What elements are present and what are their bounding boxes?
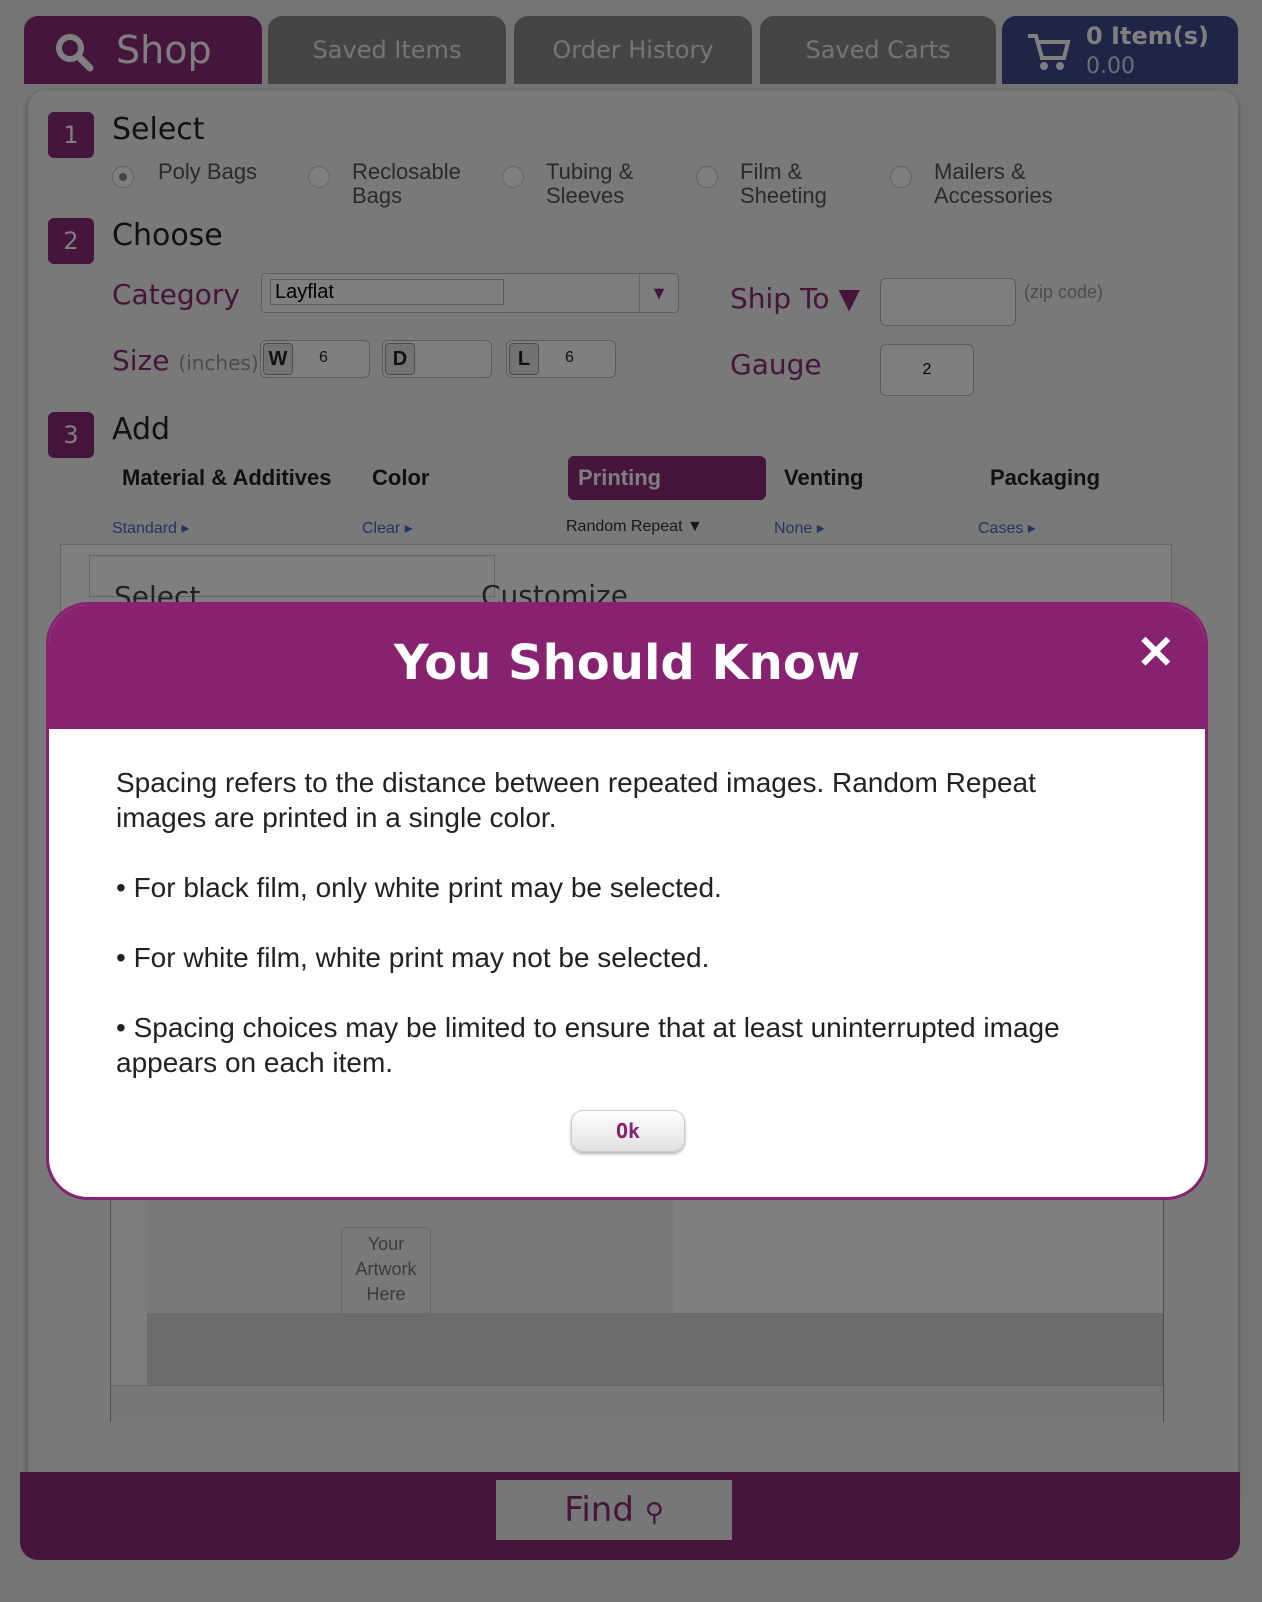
dialog-header: You Should Know ✕ xyxy=(49,605,1205,729)
you-should-know-dialog: You Should Know ✕ Spacing refers to the … xyxy=(46,602,1208,1200)
ok-button[interactable]: Ok xyxy=(571,1110,685,1152)
dialog-paragraph: Spacing refers to the distance between r… xyxy=(116,767,1036,833)
dialog-paragraph: • Spacing choices may be limited to ensu… xyxy=(116,1012,1060,1078)
dialog-paragraph: • For white film, white print may not be… xyxy=(116,942,710,973)
close-icon[interactable]: ✕ xyxy=(1136,625,1175,679)
dialog-paragraph: • For black film, only white print may b… xyxy=(116,872,722,903)
dialog-title: You Should Know xyxy=(393,635,861,691)
dialog-body: Spacing refers to the distance between r… xyxy=(116,765,1106,1115)
